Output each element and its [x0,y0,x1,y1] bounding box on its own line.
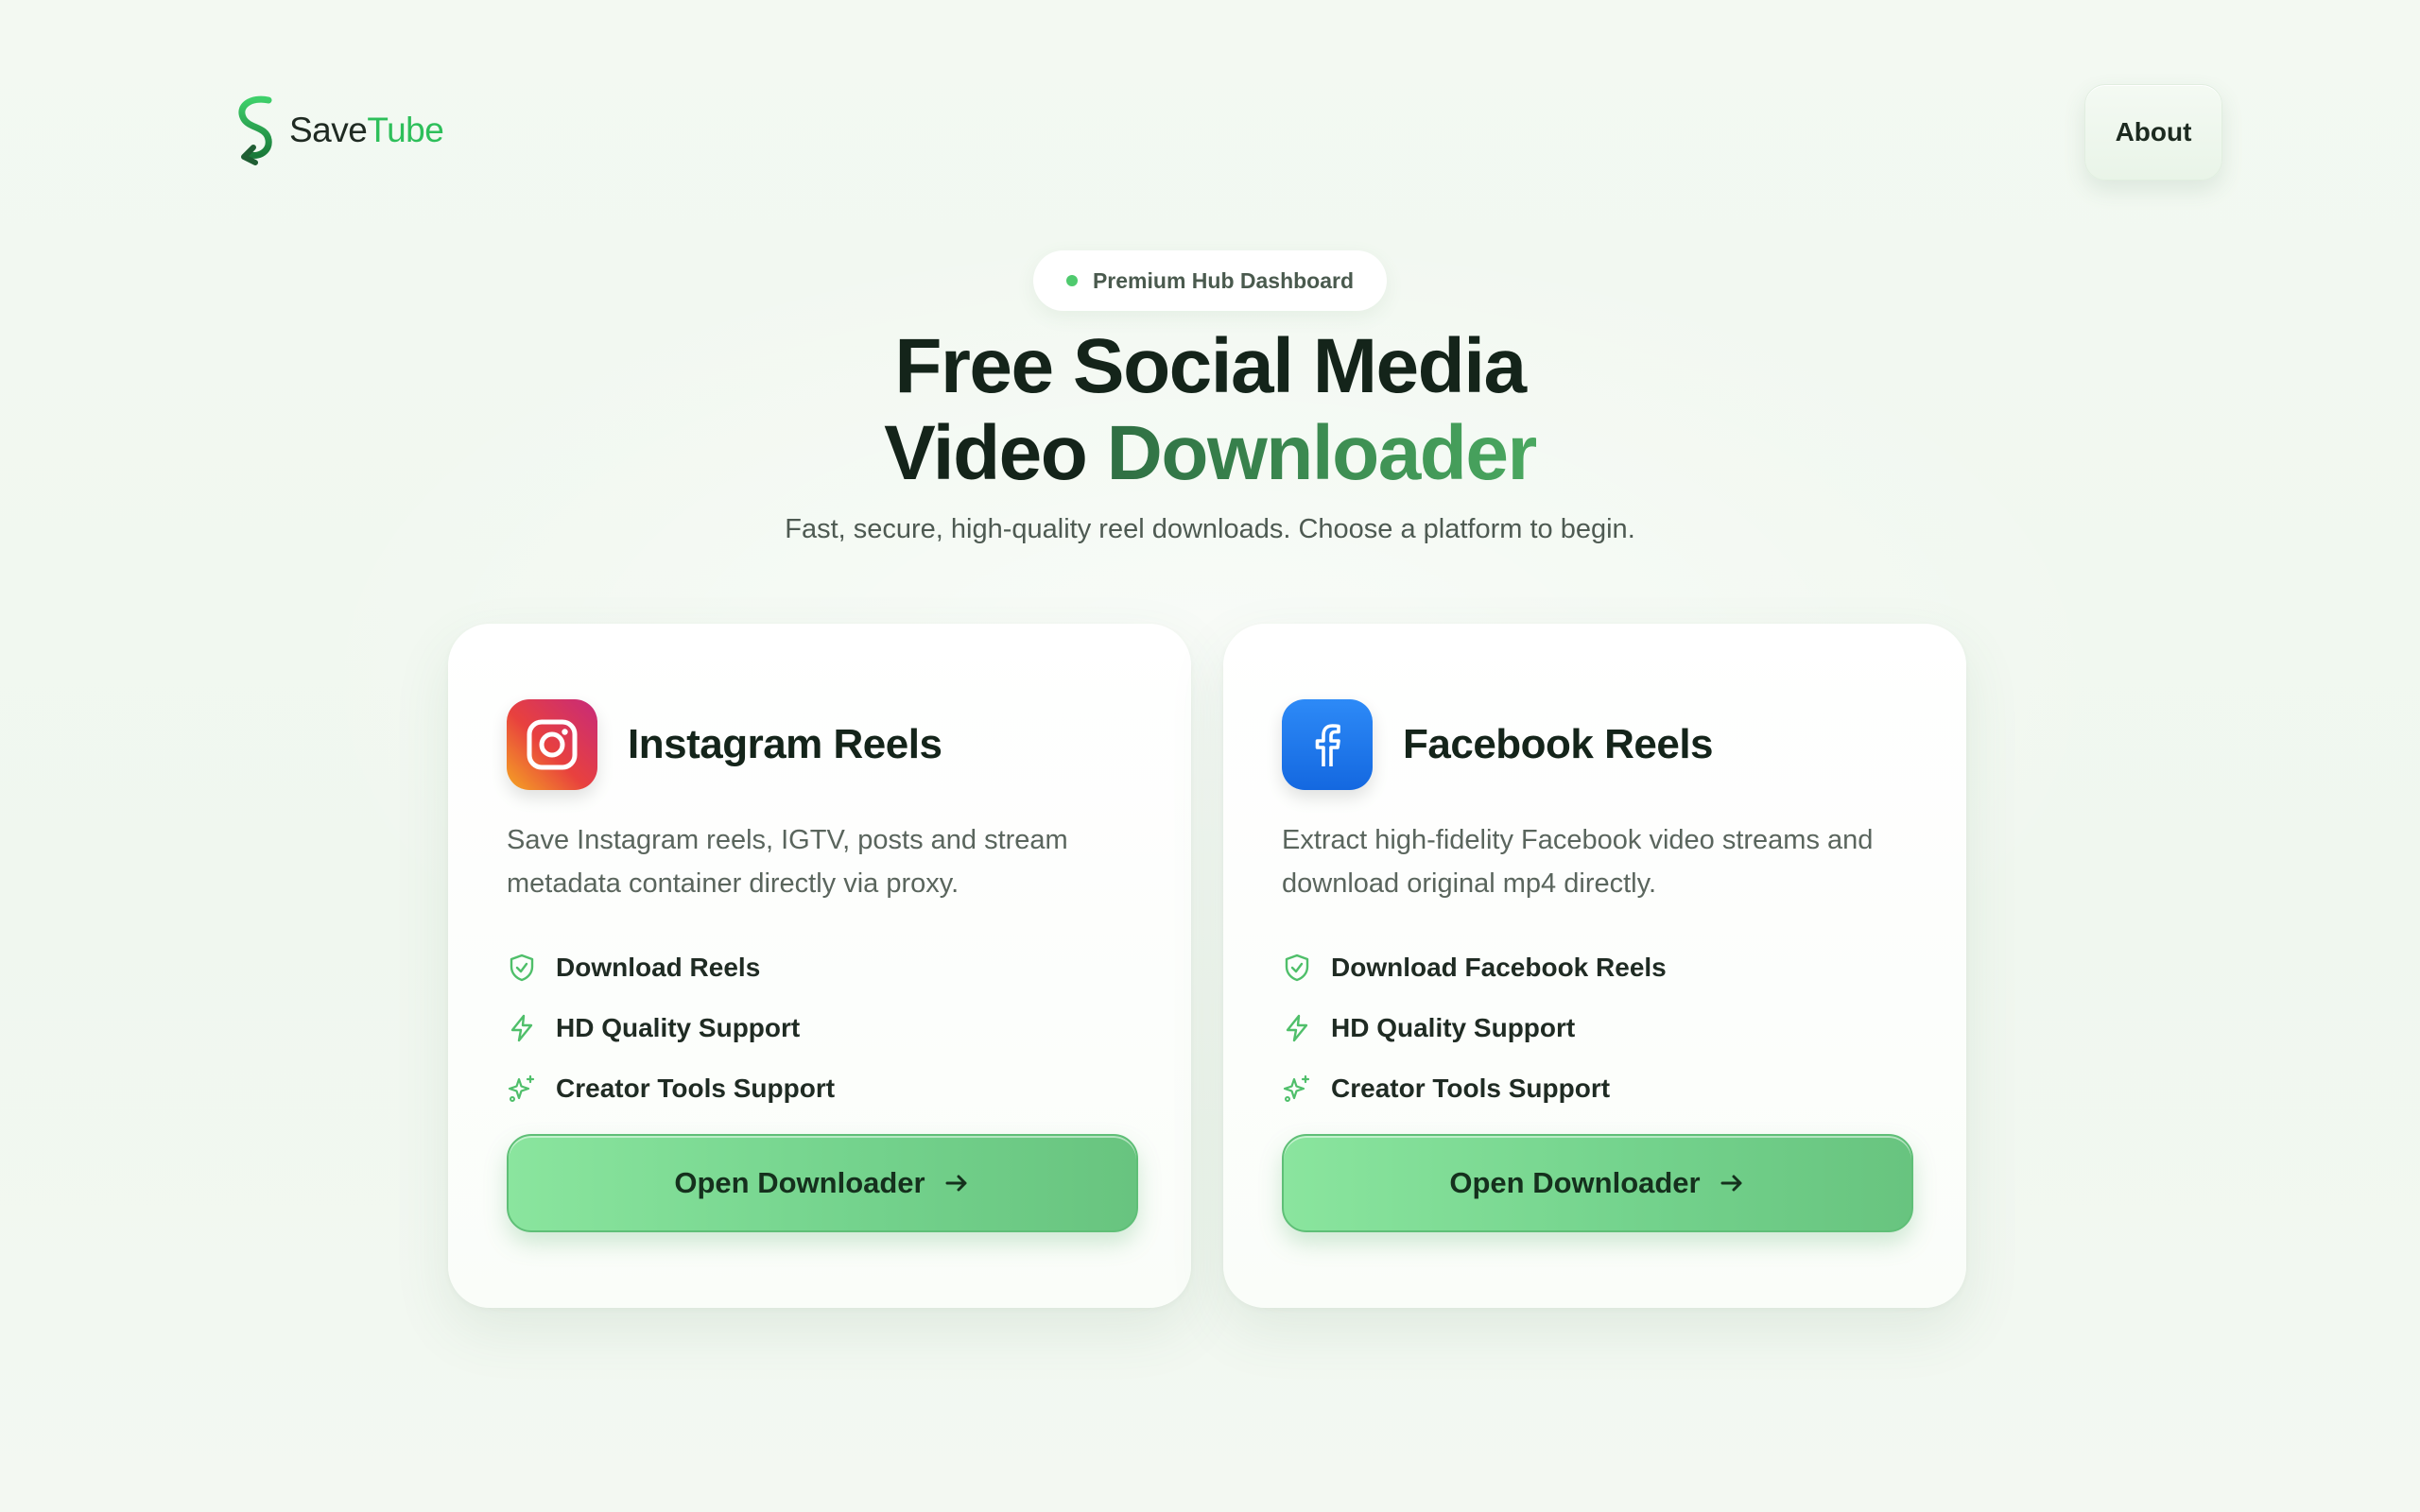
instagram-open-downloader-button[interactable]: Open Downloader [507,1134,1138,1232]
feature-item: Creator Tools Support [507,1058,835,1119]
instagram-icon [507,699,597,790]
sparkles-icon [508,1074,535,1102]
facebook-feature-list: Download Facebook Reels HD Quality Suppo… [1282,937,1667,1119]
instagram-card-title: Instagram Reels [628,721,942,767]
premium-badge: Premium Hub Dashboard [1033,250,1387,311]
feature-item: Download Facebook Reels [1282,937,1667,998]
title-accent: Downloader [1106,410,1538,496]
arrow-right-icon [945,1175,967,1192]
sparkles-icon [1283,1074,1310,1102]
instagram-card: Instagram Reels Save Instagram reels, IG… [448,624,1191,1308]
lightning-icon [510,1014,533,1042]
feature-item: HD Quality Support [507,998,835,1058]
shield-check-icon [1285,954,1309,982]
arrow-right-icon [1720,1175,1742,1192]
feature-item: Download Reels [507,937,835,998]
facebook-card-title: Facebook Reels [1403,721,1714,767]
facebook-icon [1282,699,1373,790]
instagram-card-description: Save Instagram reels, IGTV, posts and st… [507,825,1068,899]
instagram-feature-list: Download Reels HD Quality Support Creato… [507,937,835,1119]
page-subtitle: Fast, secure, high-quality reel download… [785,514,1635,544]
feature-item: Creator Tools Support [1282,1058,1667,1119]
premium-badge-label: Premium Hub Dashboard [1092,267,1355,293]
brand-name: SaveTube [289,111,444,149]
feature-item: HD Quality Support [1282,998,1667,1058]
facebook-card: Facebook Reels Extract high-fidelity Fac… [1223,624,1966,1308]
shield-check-icon [510,954,534,982]
lightning-icon [1286,1014,1308,1042]
facebook-open-downloader-button[interactable]: Open Downloader [1282,1134,1913,1232]
savetube-logo-icon [238,95,272,165]
about-button[interactable]: About [2084,84,2222,180]
brand-logo[interactable]: SaveTube [233,94,444,166]
page-title: Free Social Media Video Downloader [884,323,1538,496]
status-dot-icon [1065,275,1078,286]
facebook-card-description: Extract high-fidelity Facebook video str… [1282,825,1874,899]
